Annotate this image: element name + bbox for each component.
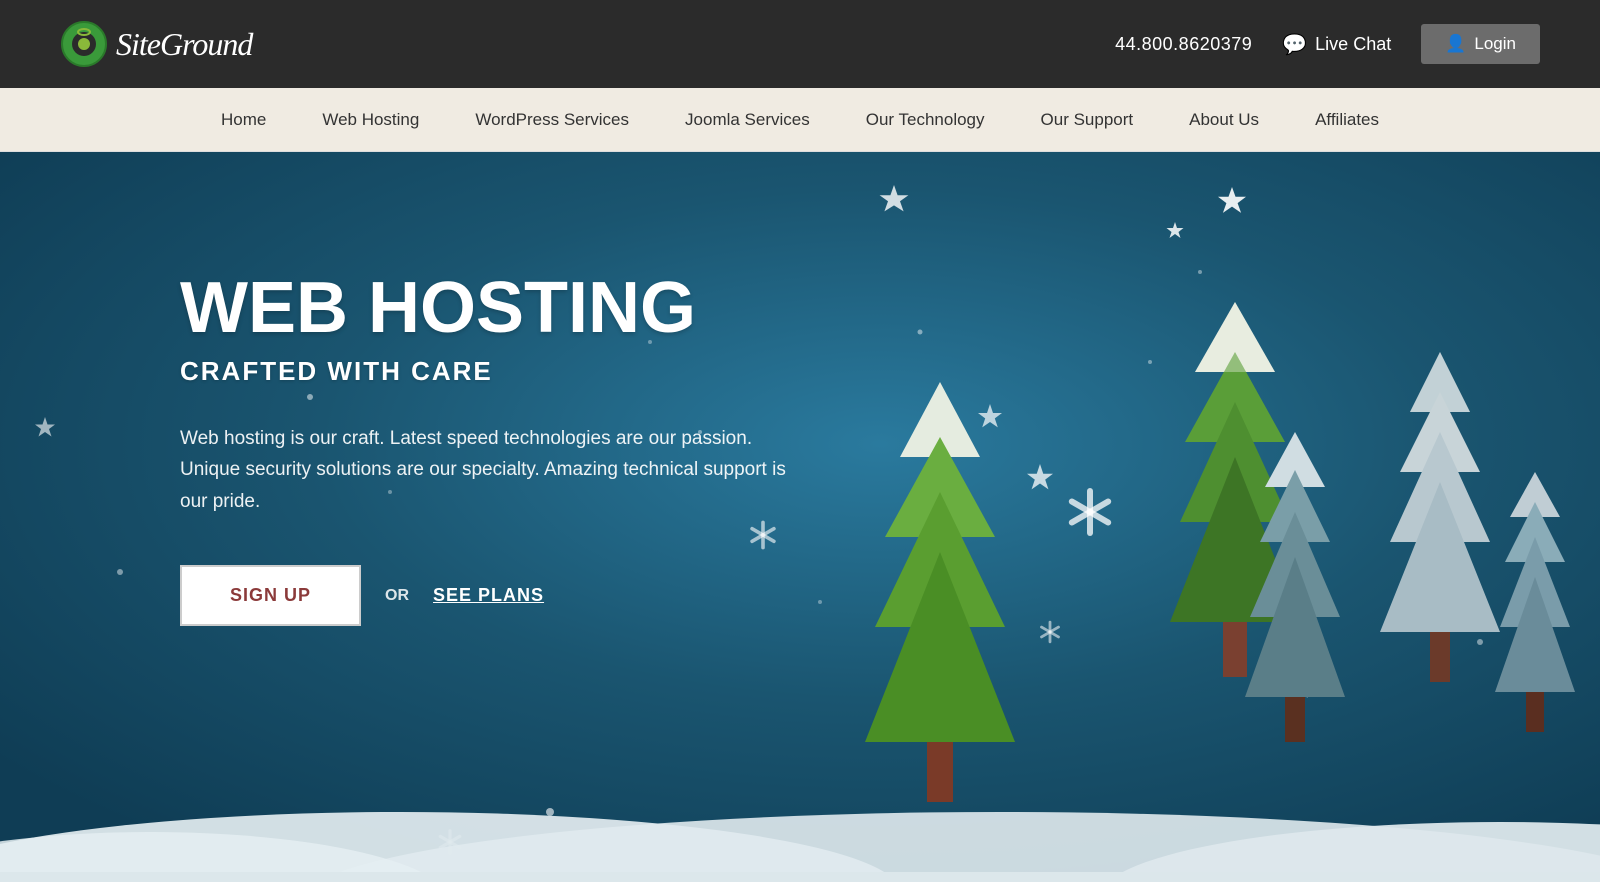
top-bar: SiteGround 44.800.8620379 💬 Live Chat 👤 … [0,0,1600,88]
nav-item-home[interactable]: Home [193,88,294,152]
hero-content: WEB HOSTING CRAFTED WITH CARE Web hostin… [180,272,800,626]
hero-subtitle: CRAFTED WITH CARE [180,356,800,387]
nav-item-affiliates[interactable]: Affiliates [1287,88,1407,152]
user-icon: 👤 [1445,34,1466,54]
hero-description: Web hosting is our craft. Latest speed t… [180,423,800,517]
or-label: OR [385,587,409,605]
see-plans-link[interactable]: SEE PLANS [433,585,544,606]
top-right-area: 44.800.8620379 💬 Live Chat 👤 Login [1115,24,1540,64]
hero-actions: SIGN UP OR SEE PLANS [180,565,800,626]
nav-item-wordpress[interactable]: WordPress Services [447,88,657,152]
hero-title: WEB HOSTING [180,272,800,344]
nav-bar: Home Web Hosting WordPress Services Joom… [0,88,1600,152]
siteground-logo-icon [60,20,108,68]
nav-item-joomla[interactable]: Joomla Services [657,88,838,152]
login-label: Login [1474,34,1516,54]
hero-section: WEB HOSTING CRAFTED WITH CARE Web hostin… [0,152,1600,882]
live-chat-label: Live Chat [1315,34,1391,55]
nav-item-web-hosting[interactable]: Web Hosting [294,88,447,152]
login-button[interactable]: 👤 Login [1421,24,1540,64]
chat-icon: 💬 [1282,32,1307,57]
nav-item-support[interactable]: Our Support [1013,88,1162,152]
live-chat-button[interactable]: 💬 Live Chat [1282,32,1391,57]
sign-up-button[interactable]: SIGN UP [180,565,361,626]
nav-item-technology[interactable]: Our Technology [838,88,1013,152]
logo-area: SiteGround [60,20,252,68]
phone-number: 44.800.8620379 [1115,34,1252,55]
nav-item-about[interactable]: About Us [1161,88,1287,152]
logo-text: SiteGround [116,26,252,63]
